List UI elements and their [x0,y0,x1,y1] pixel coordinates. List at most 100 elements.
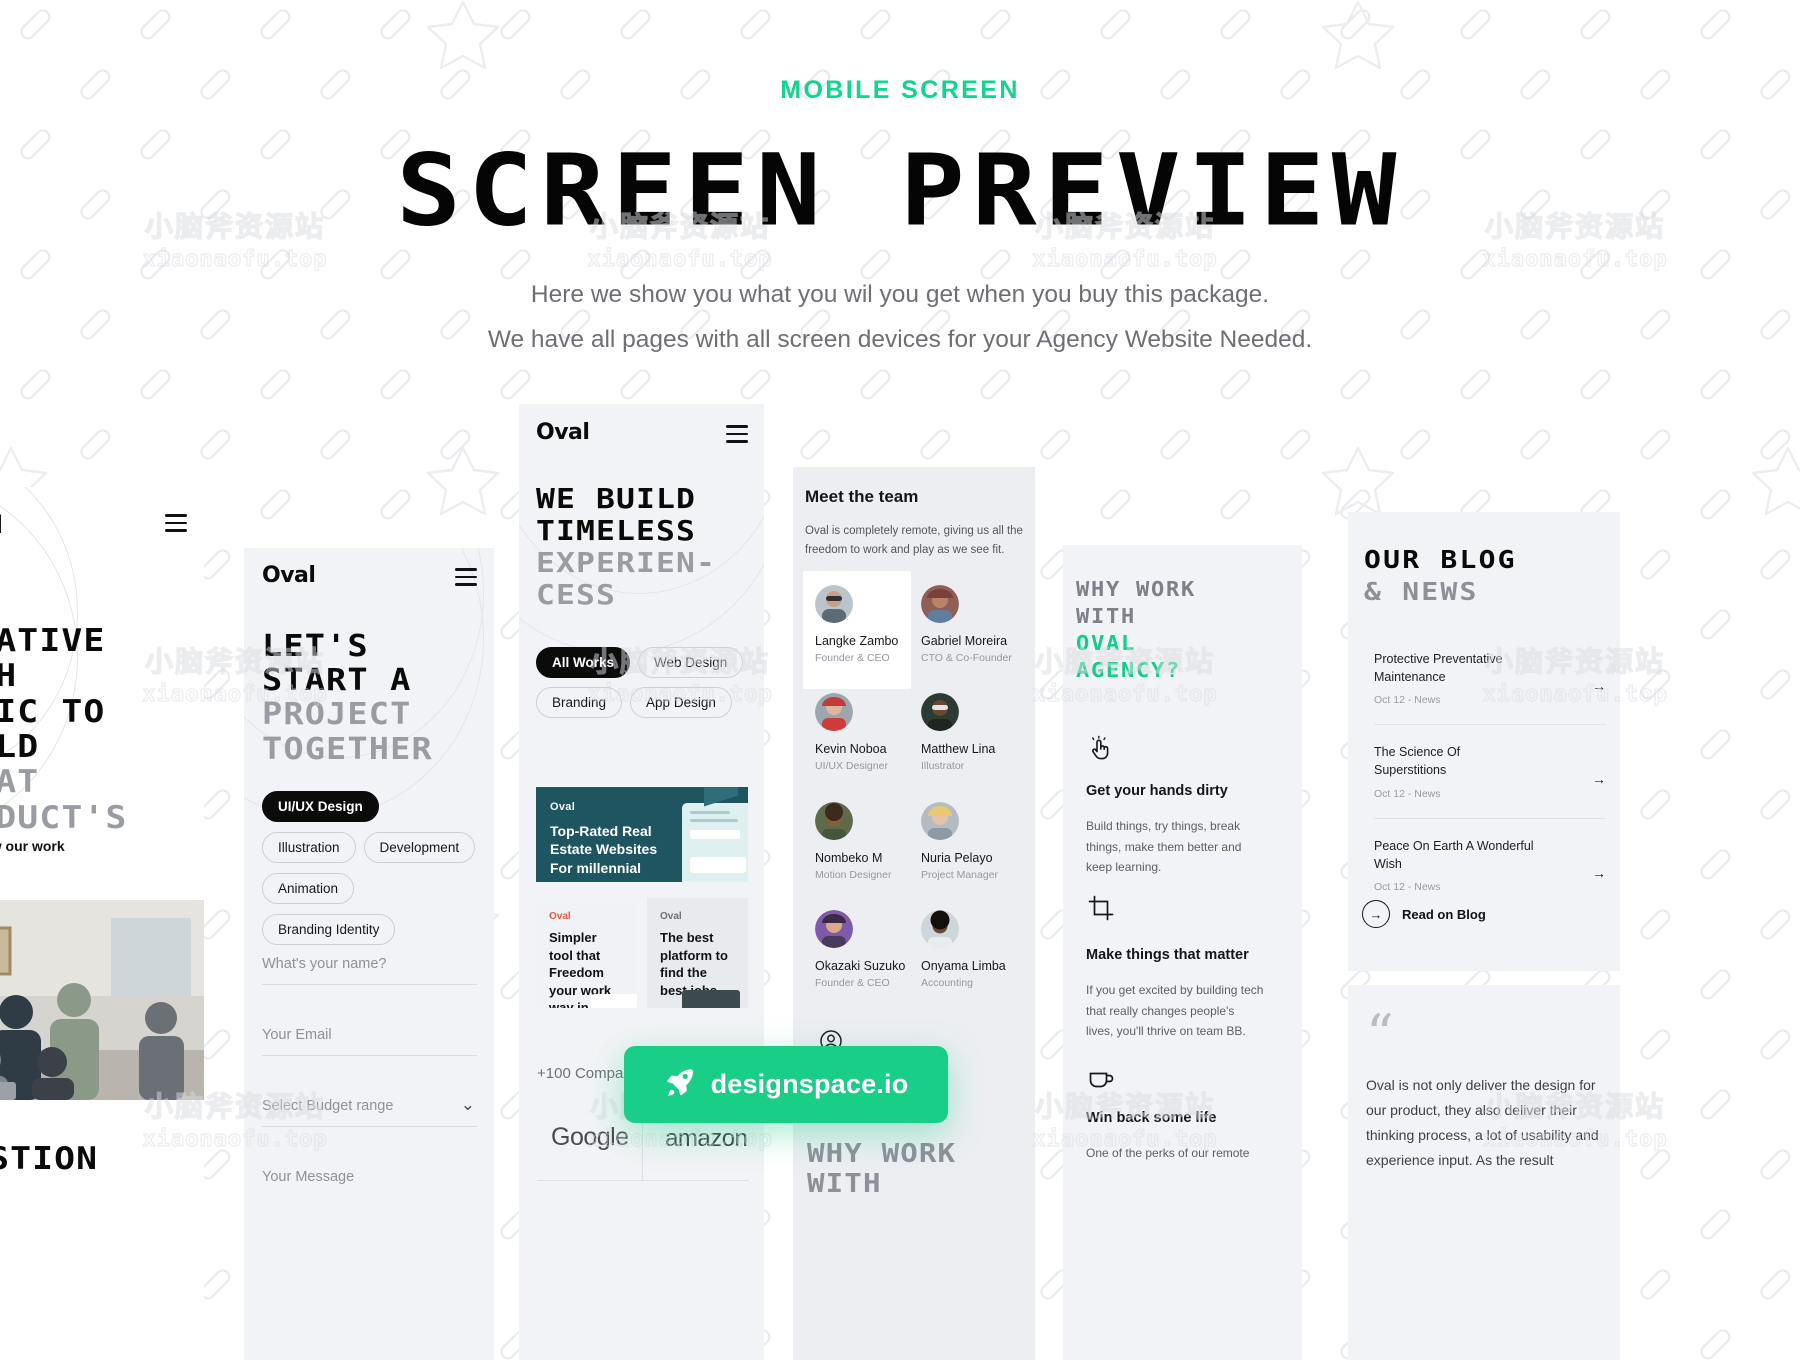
team-member[interactable]: Kevin Noboa UI/UX Designer [815,693,915,772]
avatar [815,585,853,623]
team-member[interactable]: Langke Zambo Founder & CEO [815,585,915,664]
filter-all-works[interactable]: All Works [536,647,631,678]
avatar [921,910,959,948]
card-brand: Oval [660,911,682,922]
works-heading: WE BUILD TIMELESS EXPERIEN- CESS [536,483,716,611]
avatar [921,802,959,840]
work-card-simpler-tool[interactable]: Oval Simpler tool that Freedom your work… [536,898,637,1008]
quote-text: Oval is not only deliver the design for … [1366,1077,1599,1168]
card-mockup [591,994,637,1008]
member-name: Onyama Limba [921,959,1006,973]
blog-post-row[interactable]: Peace On Earth A Wonderful Wish Oct 12 -… [1374,819,1606,911]
hamburger-menu-icon[interactable] [455,568,477,586]
avatar [815,693,853,731]
tag-animation[interactable]: Animation [262,873,355,904]
blog-heading: OUR BLOG & NEWS [1364,544,1517,608]
hamburger-menu-icon[interactable] [726,425,748,443]
home-heading-line-3: LOGIC TO [0,693,106,730]
card-title: Top-Rated Real Estate Websites For mille… [550,823,658,876]
why-heading-line-2: WITH [1076,604,1137,628]
card-brand: Oval [549,911,571,922]
avatar [815,910,853,948]
filter-app-design[interactable]: App Design [630,687,732,718]
team-member[interactable]: Okazaki Suzuko Founder & CEO [815,910,915,989]
mobile-screen-contact: Oval LET'S START A PROJECT TOGETHER UI/U… [244,548,494,1360]
home-heading: CREATIVE WITH LOGIC TO BUILD GREAT PRODU… [0,623,204,836]
home-heading-line-4: BUILD [0,728,40,765]
arrow-right-icon[interactable]: → [1592,865,1606,881]
mobile-screen-team: Meet the team Oval is completely remote,… [793,467,1035,1360]
works-heading-line-4: CESS [536,577,617,611]
feature-title: Get your hands dirty [1086,783,1228,799]
subtitle-line-2: We have all pages with all screen device… [487,326,1313,354]
why-heading-line-3: OVAL [1076,631,1137,655]
budget-select-label: Select Budget range [262,1098,394,1114]
card-mockup [682,803,748,882]
team-member[interactable]: Onyama Limba Accounting [921,910,1021,989]
read-on-blog-button[interactable]: → Read on Blog [1362,900,1486,928]
arrow-right-icon[interactable]: → [1592,771,1606,787]
blog-heading-line-1: OUR BLOG [1364,545,1517,574]
works-heading-line-2: TIMELESS [536,513,697,547]
eyebrow-label: MOBILE SCREEN [780,76,1020,104]
home-heading-line-5: GREAT [0,764,40,801]
tag-branding-identity[interactable]: Branding Identity [262,914,396,945]
member-name: Kevin Noboa [815,742,887,756]
pointer-hand-icon [1088,735,1114,766]
card-title: The best platform to find the best jobs [660,930,728,998]
work-card-best-platform[interactable]: Oval The best platform to find the best … [647,898,748,1008]
filter-web-design[interactable]: Web Design [638,647,744,678]
brand-logo: Oval [536,420,590,445]
feature-text: If you get excited by building tech that… [1086,983,1264,1039]
member-role: Illustrator [921,760,965,772]
avatar [921,693,959,731]
member-name: Gabriel Moreira [921,634,1008,648]
contact-heading-line-1: LET'S [262,629,369,664]
email-input[interactable]: Your Email [262,1027,477,1056]
view-our-work-label: View our work [0,838,65,854]
message-input[interactable]: Your Message [262,1169,477,1197]
member-name: Nuria Pelayo [921,851,993,865]
member-name: Matthew Lina [921,742,996,756]
blog-post-row[interactable]: Protective Preventative Maintenance Oct … [1374,632,1606,726]
badge-label: designspace.io [710,1069,909,1099]
view-our-work-button[interactable]: → View our work [0,831,65,861]
member-role: CTO & Co-Founder [921,652,1012,664]
member-name: Okazaki Suzuko [815,959,906,973]
member-role: UI/UX Designer [815,760,888,772]
team-member[interactable]: Nombeko M Motion Designer [815,802,915,881]
blog-post-row[interactable]: The Science Of Superstitions Oct 12 - Ne… [1374,725,1606,819]
name-input[interactable]: What's your name? [262,956,477,985]
tag-development[interactable]: Development [363,832,476,863]
contact-heading-line-3: PROJECT [262,697,412,733]
mobile-screen-quote: “ Oval is not only deliver the design fo… [1348,985,1620,1360]
designspace-badge[interactable]: designspace.io [624,1046,948,1123]
coffee-cup-icon [1088,1068,1114,1095]
card-mockup [682,990,740,1008]
tag-uiux-design[interactable]: UI/UX Design [262,791,379,822]
works-heading-line-3: EXPERIEN- [536,545,717,579]
companies-divider [537,1180,749,1181]
blog-post-title: Protective Preventative Maintenance [1374,652,1503,685]
quote-mark-icon: “ [1366,1003,1394,1066]
tag-illustration[interactable]: Illustration [262,832,356,863]
budget-select[interactable]: Select Budget range ⌄ [262,1095,477,1127]
brand-logo: Oval [0,511,3,539]
home-footer-heading: QUESTION [0,1141,99,1177]
team-member[interactable]: Matthew Lina Illustrator [921,693,1021,772]
team-member[interactable]: Nuria Pelayo Project Manager [921,802,1021,881]
filter-branding[interactable]: Branding [536,687,623,718]
team-member[interactable]: Gabriel Moreira CTO & Co-Founder [921,585,1021,664]
why-heading-line-4: AGENCY? [1076,658,1182,682]
member-name: Nombeko M [815,851,883,865]
brand-logo: Oval [262,563,316,588]
home-heading-line-1: CREATIVE [0,623,106,659]
mobile-screen-why: WHY WORK WITH OVAL AGENCY? Get your hand… [1063,545,1302,1360]
page-header: MOBILE SCREEN SCREEN PREVIEW Here we sho… [0,0,1800,363]
page-title: SCREEN PREVIEW [396,132,1404,249]
contact-heading: LET'S START A PROJECT TOGETHER [262,629,433,767]
hamburger-menu-icon[interactable] [165,514,187,532]
team-footer-line-1: WHY WORK [807,1139,957,1169]
work-card-real-estate[interactable]: Oval Top-Rated Real Estate Websites For … [536,787,748,882]
arrow-right-icon[interactable]: → [1592,678,1606,694]
